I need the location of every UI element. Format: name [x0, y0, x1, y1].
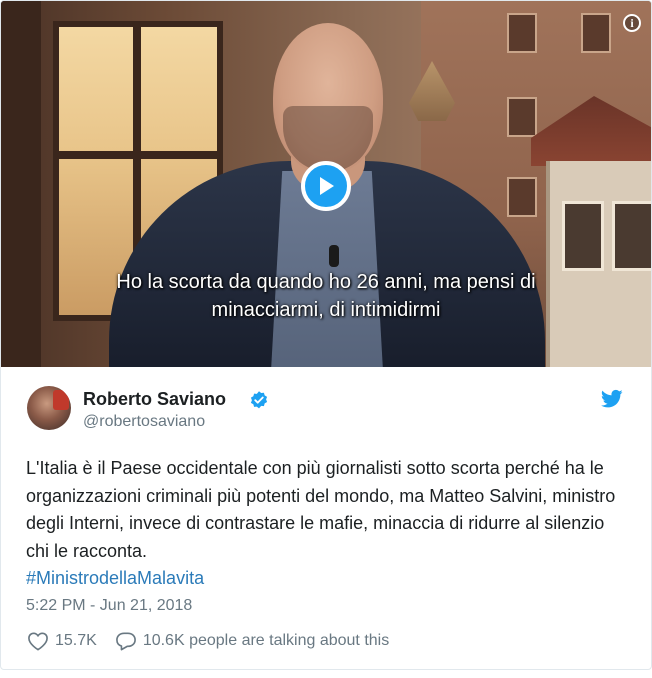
subtitle-line: Ho la scorta da quando ho 26 anni, ma pe… — [116, 271, 536, 293]
building-window — [507, 97, 537, 137]
play-icon — [320, 177, 334, 195]
author-name[interactable]: Roberto Saviano — [83, 389, 226, 410]
author-handle[interactable]: @robertosaviano — [83, 413, 205, 431]
house-window — [562, 201, 604, 271]
house-window — [612, 201, 651, 271]
hashtag-link[interactable]: #MinistrodellaMalavita — [26, 568, 204, 588]
subtitle-line: minacciarmi, di intimidirmi — [211, 299, 441, 321]
play-button[interactable] — [301, 161, 351, 211]
building-window — [581, 13, 611, 53]
video-subtitle: Ho la scorta da quando ho 26 anni, ma pe… — [1, 268, 651, 324]
avatar[interactable] — [27, 386, 71, 430]
tweet-body: L'Italia è il Paese occidentale con più … — [26, 458, 616, 561]
background-house — [546, 161, 651, 367]
verified-badge-icon — [250, 391, 268, 409]
info-icon[interactable]: i — [623, 14, 641, 32]
embedded-tweet-card: Ho la scorta da quando ho 26 anni, ma pe… — [0, 0, 652, 670]
lapel-microphone — [329, 245, 339, 267]
conversation-count: 10.6K people are talking about this — [142, 632, 390, 649]
twitter-bird-icon[interactable] — [601, 389, 623, 409]
video-player[interactable]: Ho la scorta da quando ho 26 anni, ma pe… — [1, 1, 651, 367]
building-window — [507, 13, 537, 53]
tweet-actions: 15.7K 10.6K people are talking about thi… — [27, 631, 407, 651]
tweet-timestamp[interactable]: 5:22 PM - Jun 21, 2018 — [26, 597, 192, 615]
tweet-text: L'Italia è il Paese occidentale con più … — [26, 455, 626, 593]
heart-icon — [28, 632, 48, 651]
reply-button[interactable]: 10.6K people are talking about this — [115, 631, 389, 651]
building-window — [507, 177, 537, 217]
like-button[interactable]: 15.7K — [27, 631, 97, 651]
speech-bubble-icon — [115, 632, 136, 651]
like-count: 15.7K — [55, 632, 97, 649]
